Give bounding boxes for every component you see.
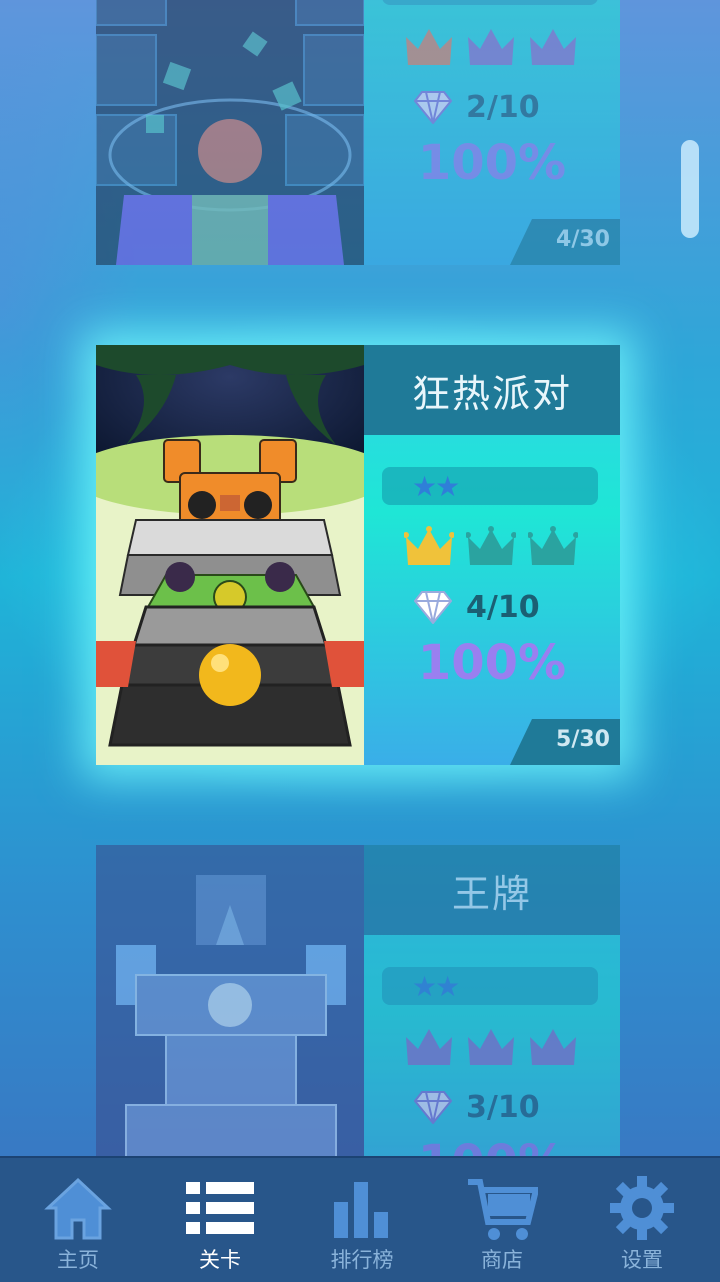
completion-percent: 100% xyxy=(417,135,567,191)
crown-rating xyxy=(404,525,584,577)
gem-counter: 3/10 xyxy=(414,1085,540,1129)
tab-label: 设置 xyxy=(621,1248,663,1272)
level-artwork xyxy=(96,345,364,765)
gem-count: 2/10 xyxy=(466,89,540,125)
tab-label: 关卡 xyxy=(199,1248,241,1272)
level-index: 5/30 xyxy=(556,727,610,752)
diamond-icon xyxy=(414,1091,452,1124)
tab-levels[interactable]: 关卡 xyxy=(148,1158,292,1282)
cart-icon xyxy=(468,1179,538,1240)
level-info-panel: 狂热派对 ★★ 4/10 100% 5/30 xyxy=(364,345,620,765)
level-index-badge: 4/30 xyxy=(510,219,620,265)
home-icon xyxy=(44,1177,112,1240)
level-title: 王牌 xyxy=(364,845,620,935)
tab-label: 排行榜 xyxy=(330,1248,394,1272)
diamond-icon xyxy=(414,91,452,124)
level-index-badge: 5/30 xyxy=(510,719,620,765)
difficulty-bar: ★★ xyxy=(382,0,598,5)
list-icon xyxy=(186,1182,254,1234)
difficulty-stars: ★★ xyxy=(412,970,460,1003)
crown-icon xyxy=(530,29,576,65)
gem-counter: 2/10 xyxy=(414,85,540,129)
gear-icon xyxy=(610,1176,674,1240)
tab-leaderboard[interactable]: 排行榜 xyxy=(290,1158,434,1282)
crown-icon xyxy=(468,29,514,65)
level-card-4[interactable]: ★★ 2/10 100% 4/30 xyxy=(96,0,620,265)
tab-label: 商店 xyxy=(481,1248,523,1272)
bar-chart-icon xyxy=(334,1182,388,1238)
crown-icon xyxy=(466,526,516,565)
difficulty-bar: ★★ xyxy=(382,467,598,505)
crown-icon xyxy=(404,526,454,565)
difficulty-bar: ★★ xyxy=(382,967,598,1005)
diamond-icon xyxy=(414,591,452,624)
gem-counter: 4/10 xyxy=(414,585,540,629)
crown-rating xyxy=(404,25,584,77)
crown-rating xyxy=(404,1025,584,1077)
gem-count: 3/10 xyxy=(466,1089,540,1125)
scrollbar-thumb[interactable] xyxy=(681,140,699,238)
crown-icon xyxy=(406,1029,452,1065)
crown-icon xyxy=(528,526,578,565)
crown-icon xyxy=(468,1029,514,1065)
difficulty-stars: ★★ xyxy=(412,0,460,3)
tab-shop[interactable]: 商店 xyxy=(430,1158,574,1282)
bottom-nav: 主页 关卡 排行榜 商店 设置 xyxy=(0,1156,720,1282)
difficulty-stars: ★★ xyxy=(412,470,460,503)
level-title: 狂热派对 xyxy=(364,345,620,435)
gem-count: 4/10 xyxy=(466,589,540,625)
tab-home[interactable]: 主页 xyxy=(6,1158,150,1282)
level-artwork xyxy=(96,0,364,265)
tab-settings[interactable]: 设置 xyxy=(570,1158,714,1282)
level-index: 4/30 xyxy=(556,227,610,252)
level-info-panel: ★★ 2/10 100% 4/30 xyxy=(364,0,620,265)
crown-icon xyxy=(406,29,452,65)
level-card-5[interactable]: 狂热派对 ★★ 4/10 100% 5/30 xyxy=(96,345,620,765)
completion-percent: 100% xyxy=(417,635,567,691)
tab-label: 主页 xyxy=(57,1248,99,1272)
crown-icon xyxy=(530,1029,576,1065)
